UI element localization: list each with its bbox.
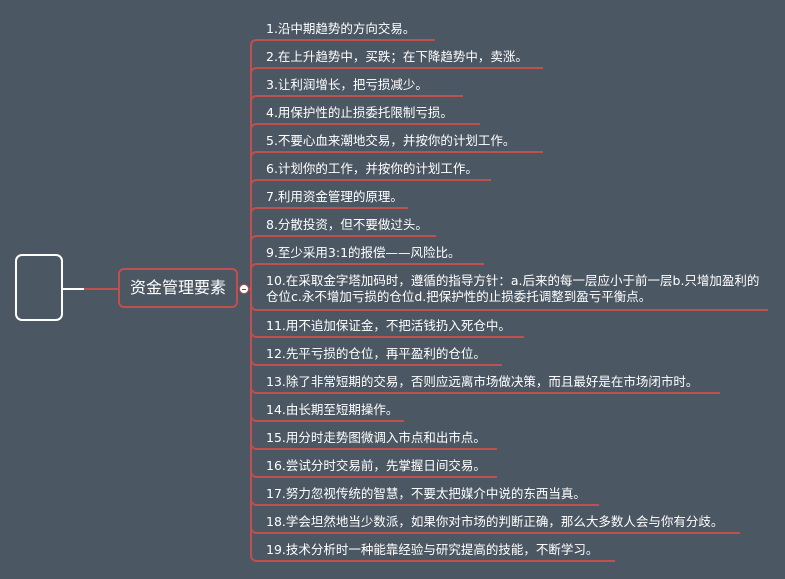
topic-item-9[interactable]: 9.至少采用3:1的报偿——风险比。	[266, 245, 771, 261]
topic-item-16[interactable]: 16.尝试分时交易前，先掌握日间交易。	[266, 458, 771, 474]
topic-item-17[interactable]: 17.努力忽视传统的智慧，不要太把媒介中说的东西当真。	[266, 486, 771, 502]
collapse-toggle-icon[interactable]	[239, 284, 249, 294]
topic-item-1[interactable]: 1.沿中期趋势的方向交易。	[266, 21, 771, 37]
topic-item-14[interactable]: 14.由长期至短期操作。	[266, 402, 771, 418]
topic-item-18[interactable]: 18.学会坦然地当少数派，如果你对市场的判断正确，那么大多数人会与你有分歧。	[266, 514, 771, 530]
topic-item-13[interactable]: 13.除了非常短期的交易，否则应远离市场做决策，而且最好是在市场闭市时。	[266, 374, 771, 390]
topic-item-2[interactable]: 2.在上升趋势中，买跌；在下降趋势中，卖涨。	[266, 49, 771, 65]
root-node[interactable]	[15, 254, 63, 321]
topic-item-15[interactable]: 15.用分时走势图微调入市点和出市点。	[266, 430, 771, 446]
branch-line-15	[250, 289, 497, 450]
topic-item-12[interactable]: 12.先平亏损的仓位，再平盈利的仓位。	[266, 346, 771, 362]
topic-item-8[interactable]: 8.分散投资，但不要做过头。	[266, 217, 771, 233]
hub-label: 资金管理要素	[129, 278, 226, 297]
topic-item-11[interactable]: 11.用不追加保证金，不把活钱扔入死仓中。	[266, 318, 771, 334]
topic-item-6[interactable]: 6.计划你的工作，并按你的计划工作。	[266, 161, 771, 177]
topic-item-4[interactable]: 4.用保护性的止损委托限制亏损。	[266, 105, 771, 121]
topic-item-7[interactable]: 7.利用资金管理的原理。	[266, 189, 771, 205]
topic-item-19[interactable]: 19.技术分析时一种能靠经验与研究提高的技能，不断学习。	[266, 542, 771, 558]
topic-item-5[interactable]: 5.不要心血来潮地交易，并按你的计划工作。	[266, 133, 771, 149]
topic-item-3[interactable]: 3.让利润增长，把亏损减少。	[266, 77, 771, 93]
topic-item-10[interactable]: 10.在采取金字塔加码时，遵循的指导方针：a.后来的每一层应小于前一层b.只增加…	[266, 273, 771, 305]
hub-node[interactable]: 资金管理要素	[118, 268, 238, 308]
